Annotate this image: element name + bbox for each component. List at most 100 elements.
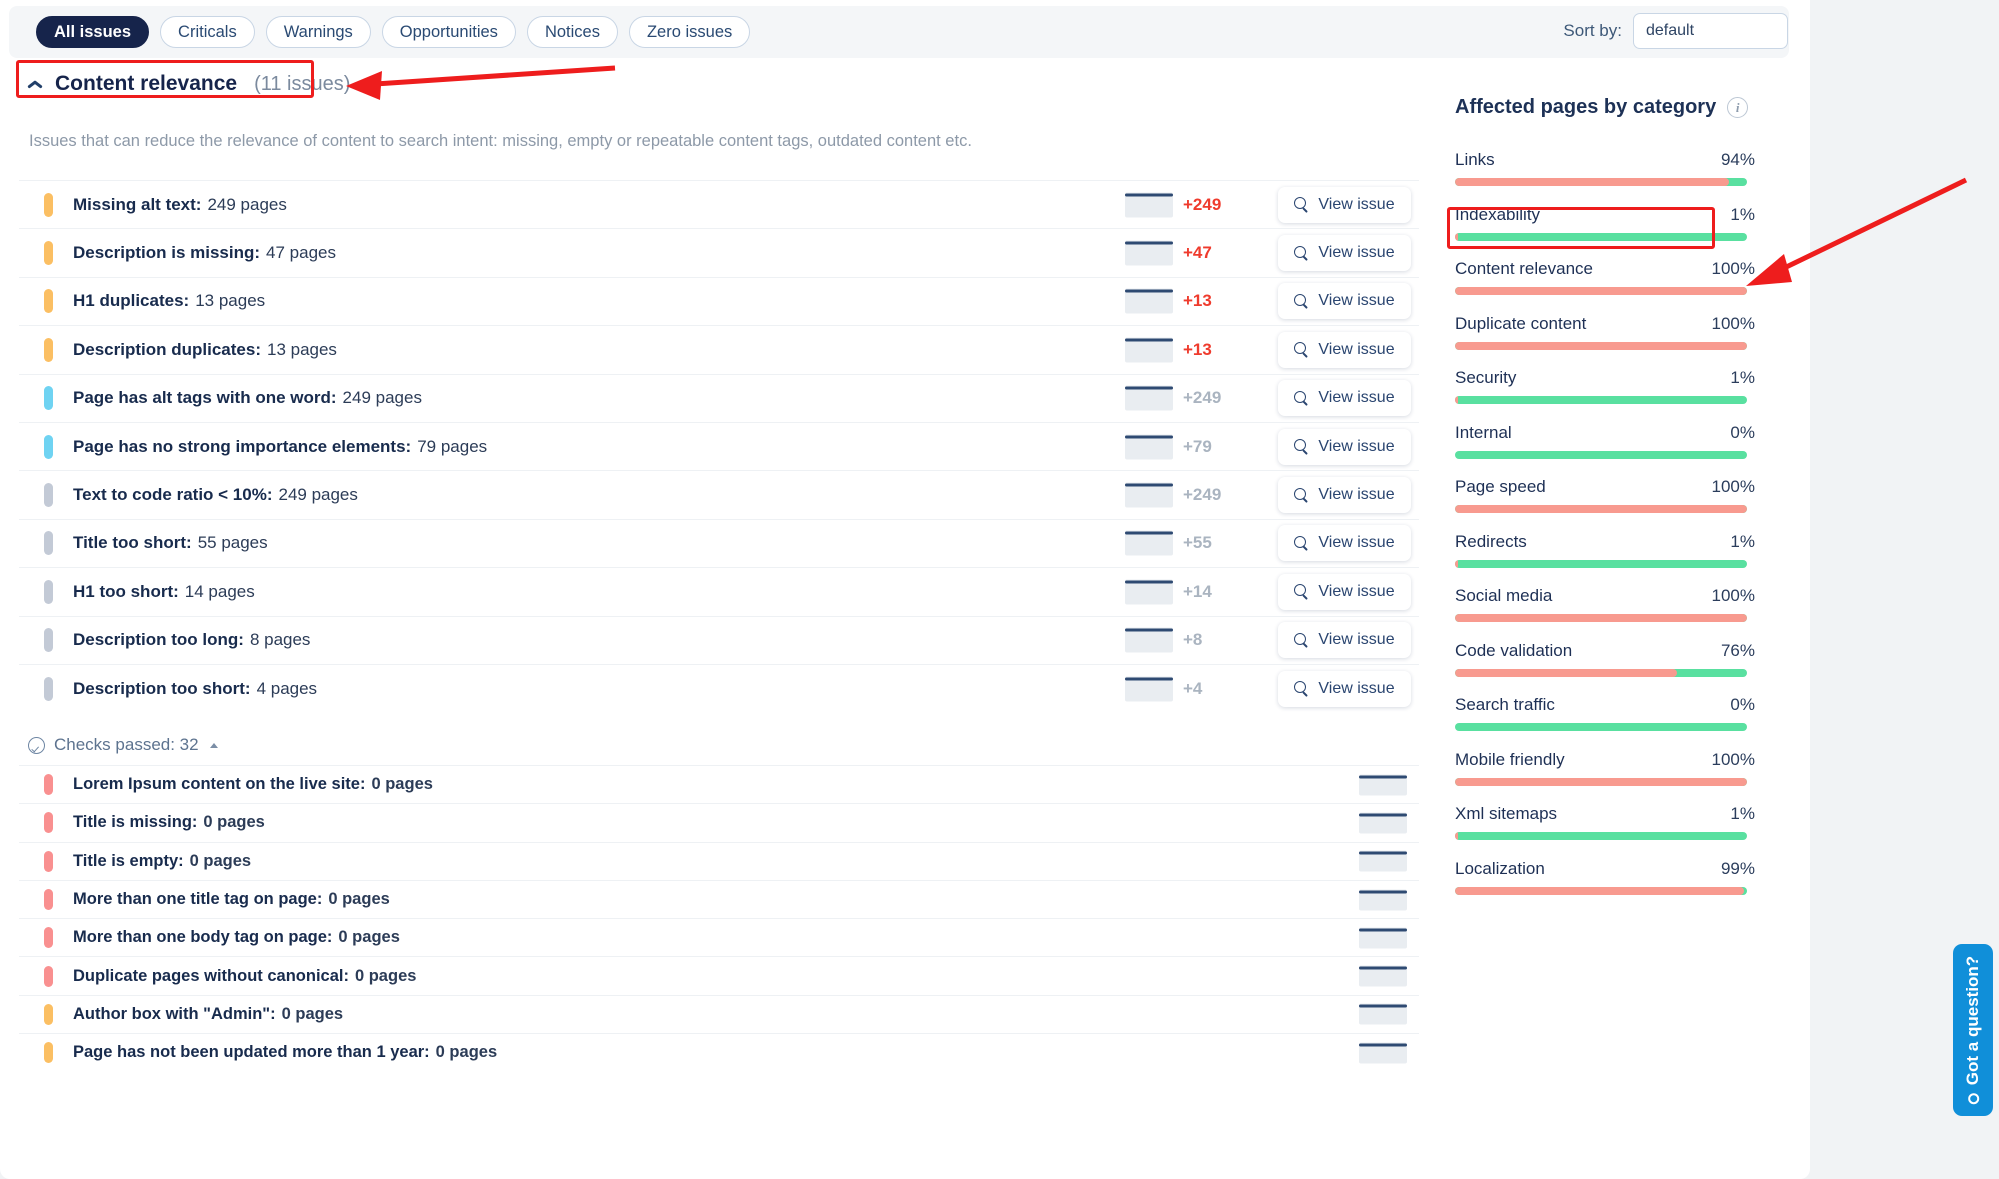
checks-passed-toggle[interactable]: Checks passed: 32 xyxy=(28,735,218,755)
issue-delta: +249 xyxy=(1183,194,1222,214)
filter-pill-all-issues[interactable]: All issues xyxy=(36,16,150,48)
issue-row[interactable]: Description duplicates: 13 pages +13 View i… xyxy=(19,325,1419,373)
category-progress-bar xyxy=(1455,341,1747,350)
issue-delta: +249 xyxy=(1183,388,1222,408)
category-progress-bar xyxy=(1455,614,1747,622)
category-progress-fill xyxy=(1455,505,1747,513)
view-issue-button[interactable]: View issue xyxy=(1278,670,1411,707)
trend-sparkline xyxy=(1359,774,1407,796)
section-header[interactable]: Content relevance (11 issues) xyxy=(28,72,350,96)
category-item[interactable]: Social media 100% xyxy=(1455,586,1755,622)
issue-row[interactable]: Missing alt text: 249 pages +249 View issue xyxy=(19,180,1419,228)
severity-indicator xyxy=(44,531,53,556)
passed-check-count: 0 pages xyxy=(338,928,400,947)
category-progress-fill xyxy=(1455,668,1677,677)
severity-indicator xyxy=(44,579,53,604)
category-item[interactable]: Security 1% xyxy=(1455,368,1755,404)
issue-row[interactable]: Description is missing: 47 pages +47 View i… xyxy=(19,228,1419,276)
trend-sparkline xyxy=(1359,927,1407,949)
filter-pill-notices[interactable]: Notices xyxy=(526,16,618,48)
severity-indicator xyxy=(44,483,53,508)
severity-indicator xyxy=(44,337,53,362)
issue-row[interactable]: Page has no strong importance elements: 7… xyxy=(19,421,1419,470)
category-item[interactable]: Content relevance 100% xyxy=(1455,259,1755,295)
category-item[interactable]: Redirects 1% xyxy=(1455,532,1755,568)
passed-check-row[interactable]: Page has not been updated more than 1 ye… xyxy=(19,1033,1419,1071)
category-item[interactable]: Code validation 76% xyxy=(1455,641,1755,677)
trend-sparkline xyxy=(1359,965,1407,987)
issue-row[interactable]: Text to code ratio < 10%: 249 pages +249 Vi… xyxy=(19,470,1419,518)
category-progress-fill xyxy=(1455,396,1458,404)
category-list: Links 94% Indexability 1% Content relevance 1… xyxy=(1455,150,1755,895)
category-progress-bar xyxy=(1455,886,1747,895)
category-progress-fill xyxy=(1455,341,1747,350)
passed-check-row[interactable]: Lorem Ipsum content on the live site: 0 p… xyxy=(19,765,1419,803)
issue-row[interactable]: Description too short: 4 pages +4 View issu… xyxy=(19,663,1419,712)
trend-sparkline xyxy=(1125,482,1173,508)
filter-pill-criticals[interactable]: Criticals xyxy=(160,16,255,48)
trend-sparkline xyxy=(1125,240,1173,266)
issue-row[interactable]: H1 too short: 14 pages +14 View issue xyxy=(19,567,1419,615)
issue-row[interactable]: Page has alt tags with one word: 249 page… xyxy=(19,373,1419,422)
category-item[interactable]: Mobile friendly 100% xyxy=(1455,750,1755,786)
category-progress-bar xyxy=(1455,178,1747,186)
passed-check-row[interactable]: Author box with "Admin": 0 pages xyxy=(19,994,1419,1033)
chat-widget-tab[interactable]: Got a question? xyxy=(1953,944,1993,1116)
category-item[interactable]: Localization 99% xyxy=(1455,859,1755,895)
category-name: Localization xyxy=(1455,858,1545,878)
issue-page-count: 13 pages xyxy=(266,339,337,359)
view-issue-button[interactable]: View issue xyxy=(1278,477,1411,514)
issue-row[interactable]: Title too short: 55 pages +55 View issue xyxy=(19,518,1419,567)
category-percent: 1% xyxy=(1730,531,1755,551)
affected-pages-panel: Affected pages by category i Links 94% Ind… xyxy=(1455,96,1755,913)
passed-check-row[interactable]: Title is missing: 0 pages xyxy=(19,803,1419,841)
trend-sparkline xyxy=(1125,627,1173,653)
view-issue-button[interactable]: View issue xyxy=(1278,573,1411,610)
chat-bubble-icon xyxy=(1967,1093,1979,1105)
category-item[interactable]: Duplicate content 100% xyxy=(1455,314,1755,350)
section-issue-count: (11 issues) xyxy=(254,72,351,95)
passed-check-row[interactable]: Title is empty: 0 pages xyxy=(19,841,1419,880)
issue-delta: +249 xyxy=(1183,485,1222,505)
filter-pill-opportunities[interactable]: Opportunities xyxy=(381,16,516,48)
issue-row[interactable]: H1 duplicates: 13 pages +13 View issue xyxy=(19,276,1419,325)
checks-passed-list: Lorem Ipsum content on the live site: 0 p… xyxy=(19,765,1419,1071)
category-percent: 0% xyxy=(1730,422,1755,442)
passed-check-label: Title is empty: xyxy=(73,851,184,870)
passed-check-row[interactable]: Duplicate pages without canonical: 0 page… xyxy=(19,956,1419,994)
passed-check-row[interactable]: More than one body tag on page: 0 pages xyxy=(19,918,1419,956)
category-progress-fill xyxy=(1455,287,1747,295)
sort-select[interactable]: default xyxy=(1633,13,1788,49)
view-issue-button[interactable]: View issue xyxy=(1278,235,1411,272)
category-item[interactable]: Page speed 100% xyxy=(1455,477,1755,513)
passed-check-count: 0 pages xyxy=(328,890,390,909)
view-issue-button[interactable]: View issue xyxy=(1278,331,1411,368)
search-icon xyxy=(1294,342,1309,357)
passed-check-row[interactable]: More than one title tag on page: 0 pages xyxy=(19,879,1419,918)
view-issue-button[interactable]: View issue xyxy=(1278,380,1411,417)
view-issue-button[interactable]: View issue xyxy=(1278,428,1411,465)
view-issue-button[interactable]: View issue xyxy=(1278,622,1411,659)
category-item[interactable]: Links 94% xyxy=(1455,150,1755,186)
category-item[interactable]: Search traffic 0% xyxy=(1455,695,1755,731)
issue-delta: +14 xyxy=(1183,581,1212,601)
section-title: Content relevance xyxy=(55,72,238,95)
issue-page-count: 47 pages xyxy=(266,243,336,263)
issue-label: Description too short: xyxy=(73,678,251,698)
view-issue-button[interactable]: View issue xyxy=(1278,283,1411,320)
severity-indicator xyxy=(44,774,53,796)
info-icon[interactable]: i xyxy=(1727,97,1749,118)
passed-check-count: 0 pages xyxy=(203,813,265,832)
category-name: Search traffic xyxy=(1455,695,1555,714)
filter-pill-warnings[interactable]: Warnings xyxy=(265,16,371,48)
category-item[interactable]: Indexability 1% xyxy=(1455,205,1755,241)
category-item[interactable]: Internal 0% xyxy=(1455,423,1755,459)
passed-check-label: Title is missing: xyxy=(73,813,198,832)
filter-pill-zero-issues[interactable]: Zero issues xyxy=(628,16,751,48)
view-issue-label: View issue xyxy=(1318,631,1395,649)
issue-row[interactable]: Description too long: 8 pages +8 View issue xyxy=(19,615,1419,664)
view-issue-button[interactable]: View issue xyxy=(1278,525,1411,562)
view-issue-button[interactable]: View issue xyxy=(1278,186,1411,223)
issue-label: Missing alt text: xyxy=(73,194,202,214)
category-item[interactable]: Xml sitemaps 1% xyxy=(1455,804,1755,840)
